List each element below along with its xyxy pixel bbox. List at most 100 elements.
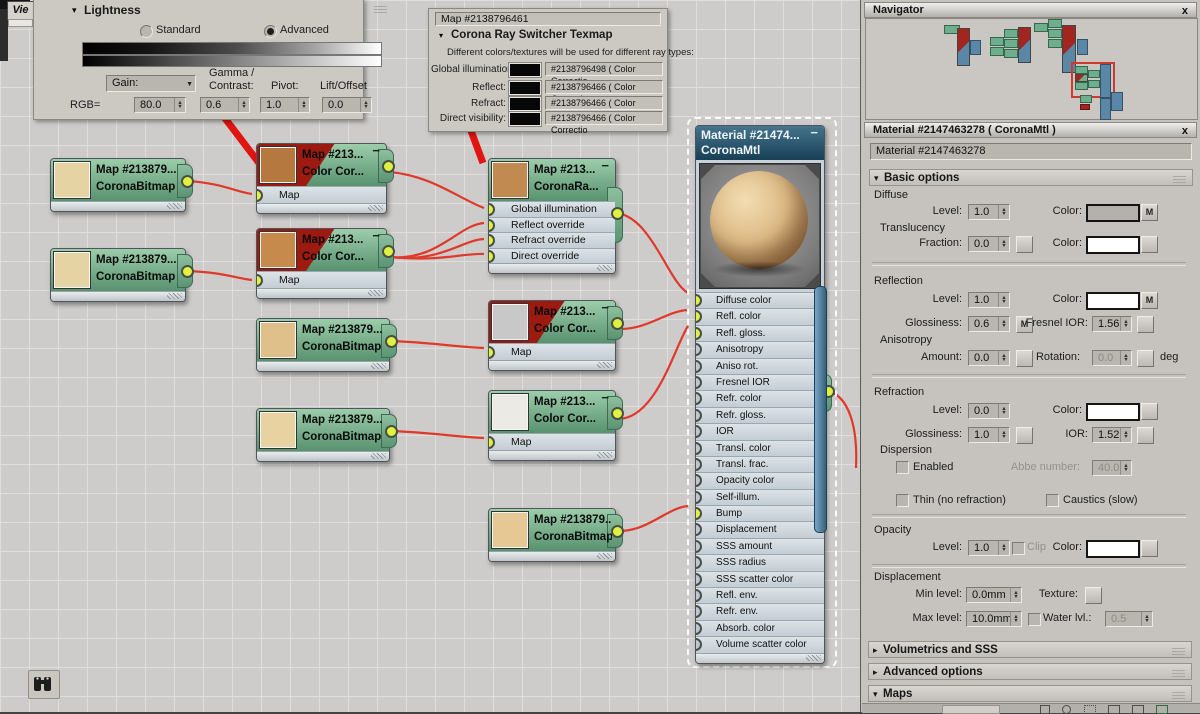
slot-refl-color[interactable]: Refl. color xyxy=(696,308,824,325)
texture-thumbnail[interactable] xyxy=(260,322,296,358)
slot-diffuse-color[interactable]: Diffuse color xyxy=(696,292,824,309)
rgb-field[interactable]: 80.0 xyxy=(134,97,186,113)
close-icon[interactable]: x xyxy=(1182,124,1188,139)
navigator-minimap[interactable] xyxy=(865,18,1198,120)
slot-sss-radius[interactable]: SSS radius xyxy=(696,554,824,571)
lift-field[interactable]: 0.0 xyxy=(322,97,372,113)
slot-map[interactable]: Map xyxy=(257,186,386,203)
rollout-grip[interactable] xyxy=(1173,174,1186,183)
slot-bump[interactable]: Bump xyxy=(696,505,824,522)
node-colorcorrection-3[interactable]: Map #213... Color Cor... − Map xyxy=(488,300,624,371)
input-socket[interactable] xyxy=(696,572,702,586)
viewport-tab[interactable]: Vie xyxy=(7,1,34,20)
slot-fresnel-ior[interactable]: Fresnel IOR xyxy=(696,373,824,391)
input-socket[interactable] xyxy=(696,441,702,455)
input-socket[interactable] xyxy=(696,556,702,570)
slot-reflect-override[interactable]: Reflect override xyxy=(489,216,615,232)
node-coronabitmap-2[interactable]: Map #213879... CoronaBitmap xyxy=(50,248,194,302)
output-socket[interactable] xyxy=(385,425,398,438)
slot-global-illumination[interactable]: Global illumination xyxy=(489,201,615,217)
input-socket[interactable] xyxy=(696,507,702,521)
slot-refl-env[interactable]: Refl. env. xyxy=(696,587,824,604)
reflect-color-swatch[interactable] xyxy=(508,80,542,96)
input-socket[interactable] xyxy=(696,490,702,504)
spinner-icon[interactable] xyxy=(174,98,185,112)
input-socket[interactable] xyxy=(489,436,495,449)
slot-refract-override[interactable]: Refract override xyxy=(489,232,615,248)
spinner-icon[interactable] xyxy=(238,98,249,112)
output-socket[interactable] xyxy=(181,175,194,188)
slot-map[interactable]: Map xyxy=(257,271,386,288)
refract-color-swatch[interactable] xyxy=(508,96,542,112)
slot-sss-scatter-color[interactable]: SSS scatter color xyxy=(696,570,824,588)
slot-volume-scatter-color[interactable]: Volume scatter color xyxy=(696,636,824,653)
node-colorcorrection-2[interactable]: Map #213... Color Cor... − Map xyxy=(256,228,395,299)
collapse-icon[interactable]: − xyxy=(601,301,609,315)
input-socket[interactable] xyxy=(696,605,702,619)
input-socket[interactable] xyxy=(489,234,495,247)
navigator-titlebar[interactable]: Navigator x xyxy=(864,2,1197,18)
gi-color-swatch[interactable] xyxy=(508,62,542,78)
input-socket[interactable] xyxy=(696,375,702,389)
find-button[interactable] xyxy=(28,670,60,699)
slot-sss-amount[interactable]: SSS amount xyxy=(696,537,824,555)
texture-thumbnail[interactable] xyxy=(492,304,528,340)
slot-refr-gloss[interactable]: Refr. gloss. xyxy=(696,406,824,424)
texture-thumbnail[interactable] xyxy=(492,512,528,548)
output-socket[interactable] xyxy=(385,335,398,348)
output-socket[interactable] xyxy=(611,317,624,330)
input-socket[interactable] xyxy=(696,589,702,603)
texture-thumbnail[interactable] xyxy=(54,162,90,198)
node-coronabitmap-5[interactable]: Map #213879... CoronaBitmap xyxy=(488,508,624,562)
input-socket[interactable] xyxy=(696,326,702,340)
node-colorcorrection-4[interactable]: Map #213... Color Cor... − Map xyxy=(488,390,624,461)
input-socket[interactable] xyxy=(696,294,702,307)
input-socket[interactable] xyxy=(696,539,702,553)
node-view-canvas[interactable]: Vie Map #213879... CoronaBitmap Map #213… xyxy=(0,0,862,712)
texture-thumbnail[interactable] xyxy=(260,412,296,448)
texture-thumbnail[interactable] xyxy=(260,147,296,183)
node-coronamtl[interactable]: Material #21474... CoronaMtl − Diffuse c… xyxy=(695,125,835,664)
material-preview[interactable] xyxy=(699,163,821,289)
slot-refl-gloss[interactable]: Refl. gloss. xyxy=(696,324,824,342)
output-socket[interactable] xyxy=(382,160,395,173)
node-coronabitmap-4[interactable]: Map #213879... CoronaBitmap xyxy=(256,408,398,462)
slot-transl-frac[interactable]: Transl. frac. xyxy=(696,455,824,473)
node-rayswitcher[interactable]: Map #213... CoronaRa... − Global illumin… xyxy=(488,158,624,274)
input-socket[interactable] xyxy=(696,474,702,488)
spinner-icon[interactable] xyxy=(298,98,309,112)
input-socket[interactable] xyxy=(696,638,702,652)
output-socket[interactable] xyxy=(611,407,624,420)
gain-dropdown[interactable]: Gain: ▼ xyxy=(106,75,196,92)
input-socket[interactable] xyxy=(489,249,495,263)
slot-map[interactable]: Map xyxy=(489,433,615,450)
slot-opacity-color[interactable]: Opacity color xyxy=(696,472,824,489)
input-socket[interactable] xyxy=(696,343,702,357)
node-colorcorrection-1[interactable]: Map #213... Color Cor... − Map xyxy=(256,143,395,214)
output-socket[interactable] xyxy=(611,525,624,538)
slot-absorb-color[interactable]: Absorb. color xyxy=(696,619,824,637)
collapse-icon[interactable]: − xyxy=(601,391,609,405)
slot-aniso-rot[interactable]: Aniso rot. xyxy=(696,357,824,374)
collapse-icon[interactable]: − xyxy=(372,229,380,243)
gradient-bar-top[interactable] xyxy=(82,42,382,55)
close-icon[interactable]: x xyxy=(1182,4,1188,19)
slot-ior[interactable]: IOR xyxy=(696,423,824,440)
slot-refr-color[interactable]: Refr. color xyxy=(696,390,824,407)
texture-thumbnail[interactable] xyxy=(492,394,528,430)
node-coronabitmap-1[interactable]: Map #213879... CoronaBitmap xyxy=(50,158,194,212)
pivot-field[interactable]: 1.0 xyxy=(260,97,310,113)
input-socket[interactable] xyxy=(696,359,702,373)
rollout-arrow-icon[interactable]: ▾ xyxy=(439,31,443,40)
material-titlebar[interactable]: Material #2147463278 ( CoronaMtl ) x xyxy=(864,122,1197,138)
material-name-field[interactable]: Material #2147463278 xyxy=(870,143,1192,160)
input-socket[interactable] xyxy=(696,425,702,439)
node-coronabitmap-3[interactable]: Map #213879... CoronaBitmap xyxy=(256,318,398,372)
input-socket[interactable] xyxy=(696,457,702,471)
rollout-basic-options[interactable]: ▾ Basic options xyxy=(869,169,1193,186)
refract-map-button[interactable]: #2138796466 ( Color Correctio xyxy=(545,96,663,120)
rollout-arrow-icon[interactable]: ▾ xyxy=(72,5,77,16)
gamma-field[interactable]: 0.6 xyxy=(200,97,250,113)
output-socket[interactable] xyxy=(611,207,624,220)
input-socket[interactable] xyxy=(257,189,263,202)
